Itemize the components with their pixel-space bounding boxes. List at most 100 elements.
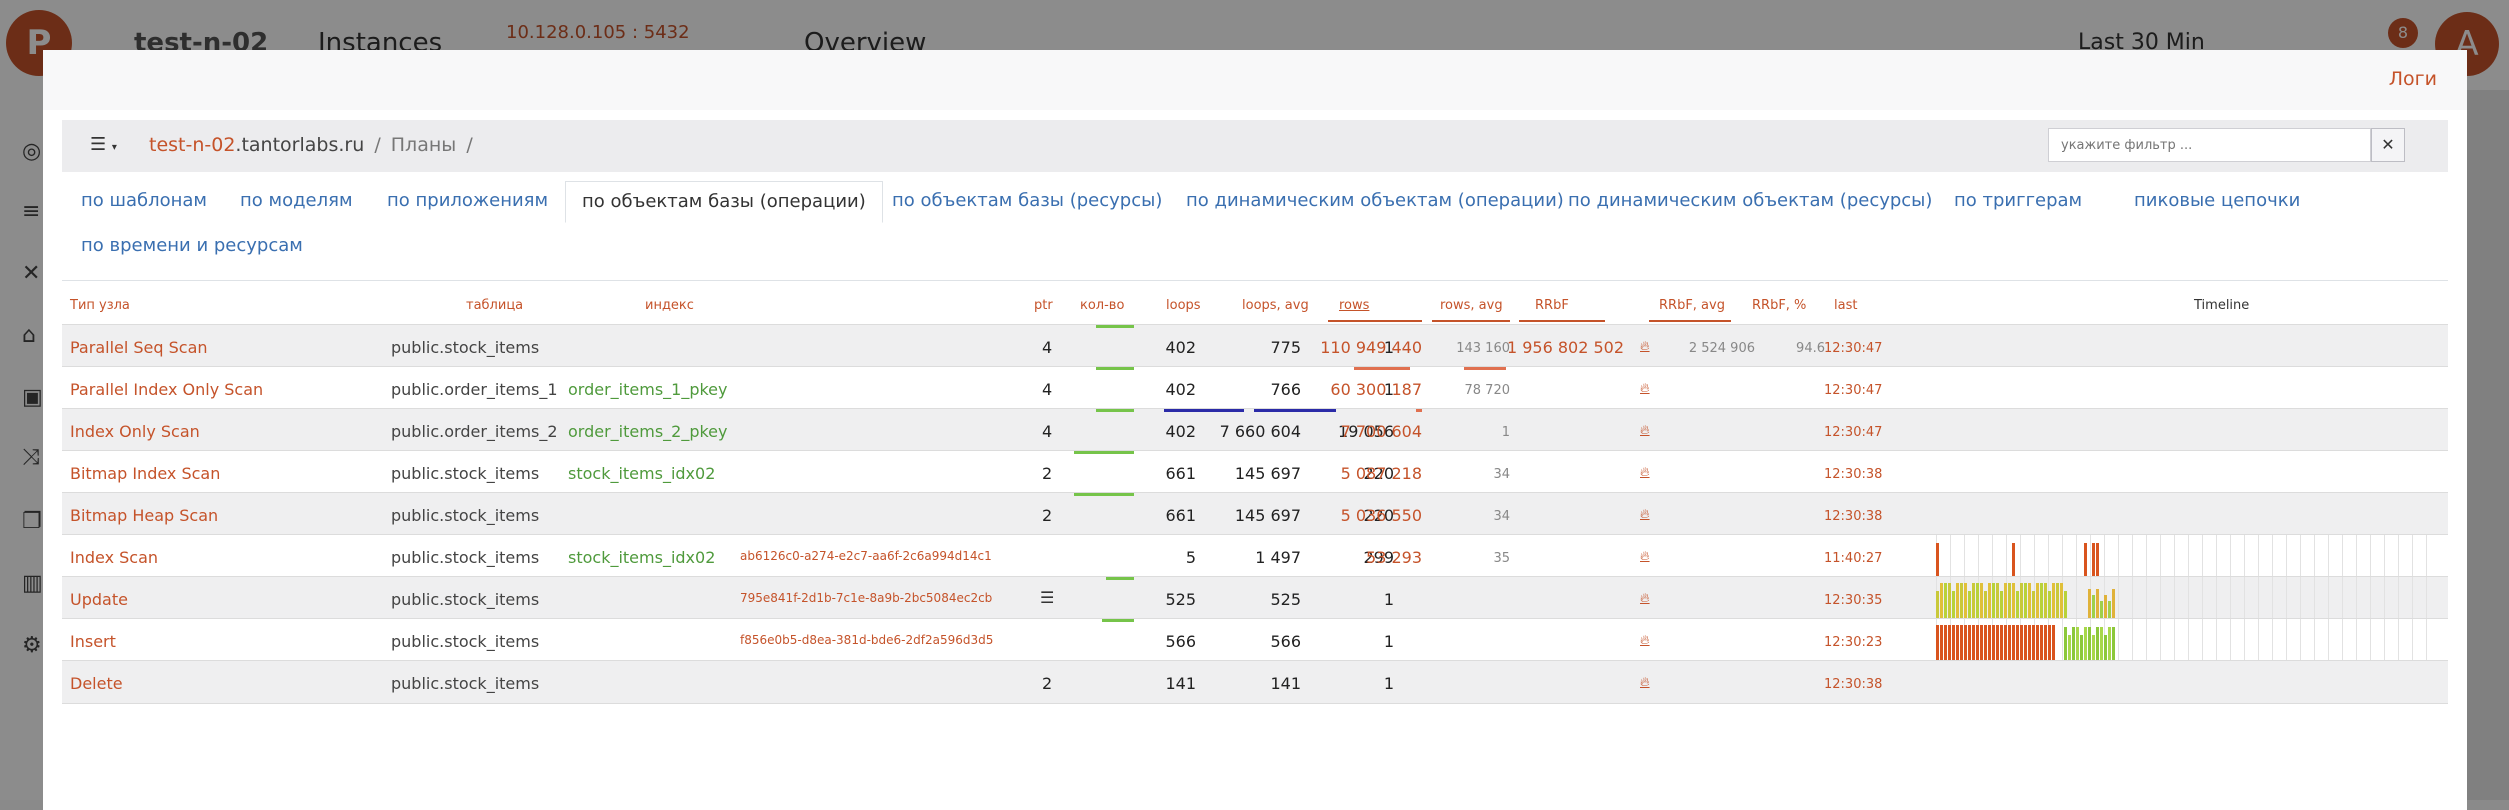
node-type-link[interactable]: Bitmap Heap Scan	[70, 506, 218, 525]
timeline-bar	[1964, 583, 1967, 619]
column-timeline: Timeline	[2194, 298, 2250, 313]
timeline-bar	[2080, 635, 2083, 661]
node-type-link[interactable]: Bitmap Index Scan	[70, 464, 220, 483]
timeline-bar	[2028, 625, 2031, 661]
breadcrumb-host-suffix[interactable]: .tantorlabs.ru	[235, 134, 364, 156]
timeline-bar	[2088, 589, 2091, 619]
fire-icon[interactable]: 🔥︎	[1640, 591, 1650, 606]
tab-by-db-objects-resources[interactable]: по объектам базы (ресурсы)	[892, 190, 1162, 211]
timeline-bars	[1936, 625, 2448, 661]
breadcrumb: test-n-02.tantorlabs.ru / Планы /	[149, 134, 473, 156]
timeline-bar	[2088, 627, 2091, 661]
count-value: 525	[1165, 590, 1196, 609]
column-rrbf-avg[interactable]: RRbF, avg	[1659, 298, 1725, 313]
timeline-bar	[1992, 625, 1995, 661]
logs-link[interactable]: Логи	[2389, 68, 2437, 90]
tab-by-dynamic-objects-resources[interactable]: по динамическим объектам (ресурсы)	[1568, 190, 1932, 211]
table-row[interactable]: Parallel Index Only Scan public.order_it…	[62, 366, 2448, 409]
count-value: 661	[1165, 506, 1196, 525]
plan-list-icon[interactable]: ☰	[1040, 588, 1054, 607]
tab-by-templates[interactable]: по шаблонам	[81, 190, 207, 211]
tab-by-models[interactable]: по моделям	[240, 190, 353, 211]
fire-icon[interactable]: 🔥︎	[1640, 633, 1650, 648]
timeline-bar	[1972, 625, 1975, 661]
table-row[interactable]: Insert public.stock_items f856e0b5-d8ea-…	[62, 618, 2448, 661]
last-time: 11:40:27	[1824, 551, 1883, 566]
timeline-bar	[2092, 543, 2095, 577]
breadcrumb-host-prefix[interactable]: test-n-02	[149, 134, 235, 156]
node-type-link[interactable]: Insert	[70, 632, 116, 651]
column-count[interactable]: кол-во	[1080, 298, 1124, 313]
node-type-link[interactable]: Update	[70, 590, 128, 609]
ptr-value: 4	[1042, 338, 1053, 357]
timeline-bar	[2004, 625, 2007, 661]
loops-value: 141	[1270, 674, 1301, 693]
table-row[interactable]: Index Only Scan public.order_items_2 ord…	[62, 408, 2448, 451]
column-table[interactable]: таблица	[466, 298, 523, 313]
timeline-bar	[1960, 625, 1963, 661]
column-rrbf[interactable]: RRbF	[1535, 298, 1569, 313]
column-last[interactable]: last	[1834, 298, 1857, 313]
count-value: 402	[1165, 422, 1196, 441]
column-rows[interactable]: rows	[1339, 298, 1369, 313]
timeline-bar	[2104, 635, 2107, 661]
timeline-bar	[2096, 627, 2099, 661]
tab-by-time-and-resources[interactable]: по времени и ресурсам	[81, 235, 303, 256]
list-menu-button[interactable]: ☰ ▾	[90, 134, 117, 155]
timeline-bar	[2076, 627, 2079, 661]
tab-by-triggers[interactable]: по триггерам	[1954, 190, 2082, 211]
table-name: public.stock_items	[391, 632, 540, 651]
table-row[interactable]: Index Scan public.stock_items stock_item…	[62, 534, 2448, 577]
tab-by-dynamic-objects-operations[interactable]: по динамическим объектам (операции)	[1186, 190, 1564, 211]
timeline-bar	[2060, 583, 2063, 619]
plan-hash-link[interactable]: f856e0b5-d8ea-381d-bde6-2df2a596d3d5	[740, 633, 993, 647]
column-node-type[interactable]: Тип узла	[70, 298, 130, 313]
clear-filter-button[interactable]: ✕	[2371, 128, 2405, 162]
fire-icon[interactable]: 🔥︎	[1640, 465, 1650, 480]
breadcrumb-section[interactable]: Планы	[391, 134, 457, 156]
fire-icon[interactable]: 🔥︎	[1640, 507, 1650, 522]
tab-by-db-objects-operations[interactable]: по объектам базы (операции)	[565, 181, 883, 223]
filter-input[interactable]	[2048, 128, 2371, 162]
table-row[interactable]: Update public.stock_items 795e841f-2d1b-…	[62, 576, 2448, 619]
node-type-link[interactable]: Index Only Scan	[70, 422, 200, 441]
fire-icon[interactable]: 🔥︎	[1640, 339, 1650, 354]
table-name: public.order_items_1	[391, 380, 558, 399]
column-ptr[interactable]: ptr	[1034, 298, 1053, 313]
node-type-link[interactable]: Parallel Seq Scan	[70, 338, 208, 357]
timeline-bar	[1944, 625, 1947, 661]
timeline-bar	[2000, 625, 2003, 661]
timeline-bar	[2056, 583, 2059, 619]
loops-value: 1 497	[1255, 548, 1301, 567]
plan-hash-link[interactable]: 795e841f-2d1b-7c1e-8a9b-2bc5084ec2cb	[740, 591, 992, 605]
fire-icon[interactable]: 🔥︎	[1640, 549, 1650, 564]
rows-sort-bar	[1328, 320, 1422, 322]
column-rrbf-pct[interactable]: RRbF, %	[1752, 298, 1806, 313]
tab-by-applications[interactable]: по приложениям	[387, 190, 548, 211]
table-row[interactable]: Parallel Seq Scan public.stock_items 4 4…	[62, 324, 2448, 367]
timeline-bar	[2092, 635, 2095, 661]
fire-icon[interactable]: 🔥︎	[1640, 381, 1650, 396]
node-type-link[interactable]: Delete	[70, 674, 123, 693]
loops-value: 566	[1270, 632, 1301, 651]
table-row[interactable]: Bitmap Heap Scan public.stock_items 2 66…	[62, 492, 2448, 535]
timeline-bar	[2048, 625, 2051, 661]
column-rows-avg[interactable]: rows, avg	[1440, 298, 1503, 313]
timeline-cell[interactable]	[1936, 535, 2448, 577]
timeline-cell[interactable]	[1936, 577, 2448, 619]
column-loops[interactable]: loops	[1166, 298, 1201, 313]
fire-icon[interactable]: 🔥︎	[1640, 675, 1650, 690]
timeline-cell[interactable]	[1936, 619, 2448, 661]
table-row[interactable]: Bitmap Index Scan public.stock_items sto…	[62, 450, 2448, 493]
column-loops-avg[interactable]: loops, avg	[1242, 298, 1309, 313]
node-type-link[interactable]: Parallel Index Only Scan	[70, 380, 263, 399]
timeline-bar	[1984, 625, 1987, 661]
table-row[interactable]: Delete public.stock_items 2 141 141 1 🔥︎…	[62, 660, 2448, 704]
column-index[interactable]: индекс	[645, 298, 694, 313]
node-type-link[interactable]: Index Scan	[70, 548, 158, 567]
tab-peak-chains[interactable]: пиковые цепочки	[2134, 190, 2300, 211]
table-name: public.stock_items	[391, 338, 540, 357]
fire-icon[interactable]: 🔥︎	[1640, 423, 1650, 438]
chevron-down-icon: ▾	[111, 142, 117, 153]
plan-hash-link[interactable]: ab6126c0-a274-e2c7-aa6f-2c6a994d14c1	[740, 549, 992, 563]
